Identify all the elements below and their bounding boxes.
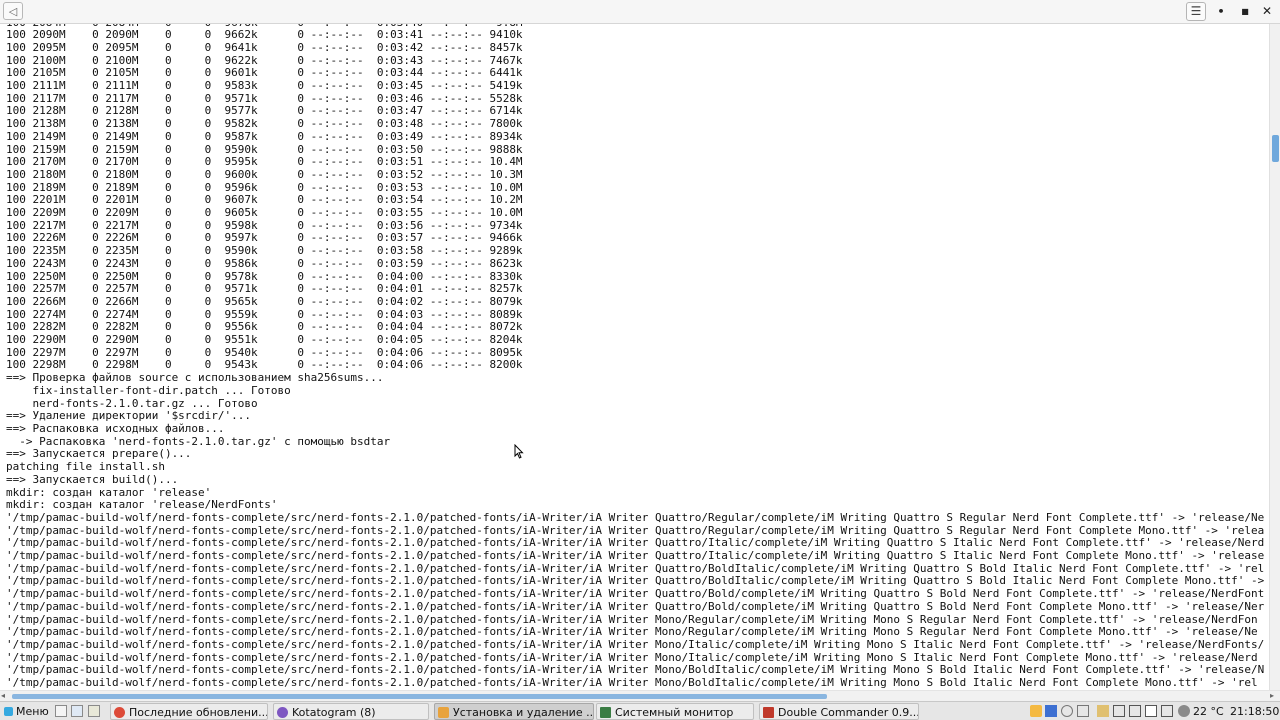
- hamburger-menu-button[interactable]: ☰: [1186, 2, 1206, 21]
- terminal-line: '/tmp/pamac-build-wolf/nerd-fonts-comple…: [6, 637, 1265, 651]
- double-commander-icon: [763, 707, 774, 718]
- terminal-line: ==> Запускается build()...: [6, 472, 179, 486]
- terminal-line: '/tmp/pamac-build-wolf/nerd-fonts-comple…: [6, 599, 1265, 613]
- terminal-line: 100 2138M 0 2138M 0 0 9582k 0 --:--:-- 0…: [6, 117, 523, 131]
- terminal-line: 100 2209M 0 2209M 0 0 9605k 0 --:--:-- 0…: [6, 206, 523, 220]
- scroll-right-icon[interactable]: ▸: [1270, 691, 1274, 701]
- task-label: Установка и удаление ...: [453, 706, 594, 719]
- vertical-scroll-thumb[interactable]: [1272, 135, 1279, 162]
- pamac-icon: [438, 707, 449, 718]
- terminal-line: '/tmp/pamac-build-wolf/nerd-fonts-comple…: [6, 676, 1258, 690]
- horizontal-scrollbar[interactable]: ◂ ▸: [0, 690, 1280, 701]
- terminal-line: 100 2090M 0 2090M 0 0 9662k 0 --:--:-- 0…: [6, 28, 523, 42]
- terminal-line: 100 2180M 0 2180M 0 0 9600k 0 --:--:-- 0…: [6, 167, 523, 181]
- terminal-line: 100 2111M 0 2111M 0 0 9583k 0 --:--:-- 0…: [6, 79, 523, 93]
- close-button[interactable]: ✕: [1258, 3, 1276, 20]
- workspace-2-icon[interactable]: [1161, 705, 1173, 717]
- start-menu-label: Меню: [16, 705, 49, 718]
- terminal-line: fix-installer-font-dir.patch ... Готово: [6, 383, 291, 397]
- start-menu-button[interactable]: Меню: [1, 703, 49, 720]
- window-header: ◁ ☰ • ■ ✕: [0, 0, 1280, 24]
- terminal-output: 100 2084M 0 2084M 0 0 9678k 0 --:--:-- 0…: [6, 24, 1264, 690]
- keyboard-layout-flag-icon[interactable]: [1045, 705, 1057, 717]
- minimize-button[interactable]: •: [1212, 3, 1230, 20]
- terminal-line: ==> Распаковка исходных файлов...: [6, 422, 225, 435]
- build-log-terminal[interactable]: 100 2084M 0 2084M 0 0 9678k 0 --:--:-- 0…: [0, 24, 1269, 690]
- maximize-button[interactable]: ■: [1236, 3, 1254, 20]
- terminal-line: patching file install.sh: [6, 460, 165, 474]
- task-label: Последние обновлени...: [129, 706, 268, 719]
- terminal-line: '/tmp/pamac-build-wolf/nerd-fonts-comple…: [6, 587, 1265, 601]
- scroll-left-icon[interactable]: ◂: [1, 691, 5, 701]
- chrome-icon: [114, 707, 125, 718]
- temperature: 22 °C: [1193, 705, 1224, 718]
- display-icon[interactable]: [1113, 705, 1125, 717]
- workspace-1-icon[interactable]: [1145, 705, 1157, 717]
- network-icon[interactable]: [1061, 705, 1073, 717]
- task-label: Double Commander 0.9....: [778, 706, 919, 719]
- task-pamac[interactable]: Установка и удаление ...: [434, 703, 594, 720]
- terminal-line: ==> Запускается prepare()...: [6, 447, 192, 461]
- terminal-line: '/tmp/pamac-build-wolf/nerd-fonts-comple…: [6, 510, 1265, 524]
- weather-icon[interactable]: [1178, 705, 1190, 717]
- terminal-line: 100 2149M 0 2149M 0 0 9587k 0 --:--:-- 0…: [6, 129, 523, 143]
- show-desktop-icon[interactable]: [55, 705, 67, 717]
- mouse-pointer-icon: [514, 444, 524, 459]
- terminal-line: 100 2095M 0 2095M 0 0 9641k 0 --:--:-- 0…: [6, 40, 523, 54]
- back-arrow-icon: ◁: [8, 5, 18, 18]
- back-button[interactable]: ◁: [3, 2, 23, 20]
- clock[interactable]: 21:18:50: [1230, 703, 1279, 720]
- clipboard-icon[interactable]: [1097, 705, 1109, 717]
- task-chrome[interactable]: Последние обновлени...: [110, 703, 268, 720]
- task-double-commander[interactable]: Double Commander 0.9....: [759, 703, 919, 720]
- terminal-line: -> Распаковка 'nerd-fonts-2.1.0.tar.gz' …: [6, 434, 391, 448]
- terminal-line: 100 2243M 0 2243M 0 0 9586k 0 --:--:-- 0…: [6, 256, 523, 270]
- task-kotatogram[interactable]: Kotatogram (8): [273, 703, 429, 720]
- file-manager-icon[interactable]: [71, 705, 83, 717]
- terminal-line: '/tmp/pamac-build-wolf/nerd-fonts-comple…: [6, 549, 1265, 563]
- volume-icon[interactable]: [1077, 705, 1089, 717]
- close-icon: ✕: [1261, 4, 1273, 18]
- task-label: Kotatogram (8): [292, 706, 376, 719]
- task-system-monitor[interactable]: Системный монитор: [596, 703, 754, 720]
- system-monitor-icon: [600, 707, 611, 718]
- terminal-line: ==> Проверка файлов source с использован…: [6, 371, 384, 385]
- terminal-line: 100 2235M 0 2235M 0 0 9590k 0 --:--:-- 0…: [6, 244, 523, 258]
- hamburger-icon: ☰: [1190, 4, 1202, 18]
- terminal-launcher-icon[interactable]: [88, 705, 100, 717]
- terminal-line: 100 2290M 0 2290M 0 0 9551k 0 --:--:-- 0…: [6, 333, 523, 347]
- task-label: Системный монитор: [615, 706, 734, 719]
- taskbar: Меню Последние обновлени... Kotatogram (…: [0, 701, 1280, 720]
- maximize-icon: ■: [1241, 7, 1249, 16]
- horizontal-scroll-thumb[interactable]: [12, 694, 827, 699]
- menu-logo-icon: [4, 707, 13, 716]
- minimize-icon: •: [1217, 5, 1225, 18]
- window-icon[interactable]: [1129, 705, 1141, 717]
- terminal-line: 100 2266M 0 2266M 0 0 9565k 0 --:--:-- 0…: [6, 294, 523, 308]
- updates-tray-icon[interactable]: [1030, 705, 1042, 717]
- kotatogram-icon: [277, 707, 288, 718]
- vertical-scrollbar[interactable]: [1269, 24, 1280, 690]
